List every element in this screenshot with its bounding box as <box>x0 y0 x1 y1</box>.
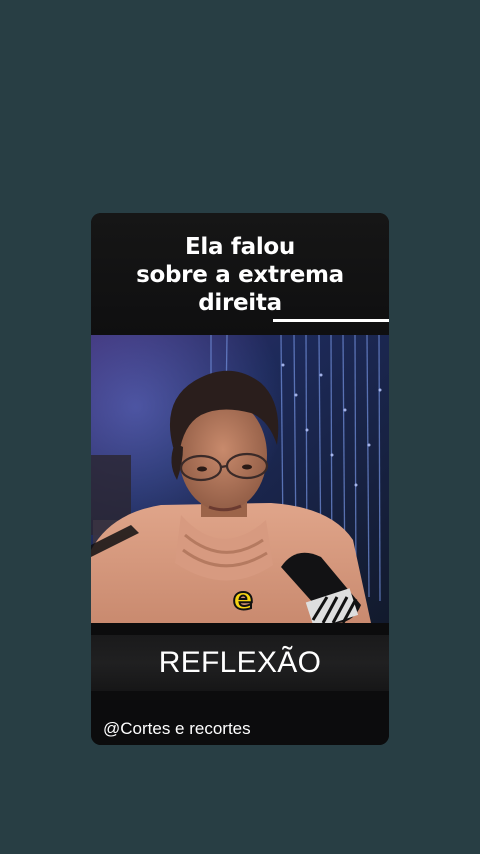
subtitle-word: e <box>232 582 254 617</box>
channel-handle[interactable]: @Cortes e recortes <box>103 719 251 739</box>
video-card[interactable]: Ela falou sobre a extrema direita e REFL… <box>91 213 389 745</box>
caption-line-2: sobre a extrema <box>136 262 344 288</box>
video-frame[interactable]: e <box>91 335 389 623</box>
caption-header: Ela falou sobre a extrema direita <box>91 213 389 335</box>
video-title: REFLEXÃO <box>158 646 322 679</box>
caption-underline <box>273 319 389 322</box>
caption-line-1: Ela falou <box>184 234 295 260</box>
bottom-banner: REFLEXÃO @Cortes e recortes <box>91 623 389 745</box>
video-caption: Ela falou sobre a extrema direita <box>91 233 389 317</box>
video-scene <box>91 335 389 623</box>
caption-line-3: direita <box>198 290 282 316</box>
